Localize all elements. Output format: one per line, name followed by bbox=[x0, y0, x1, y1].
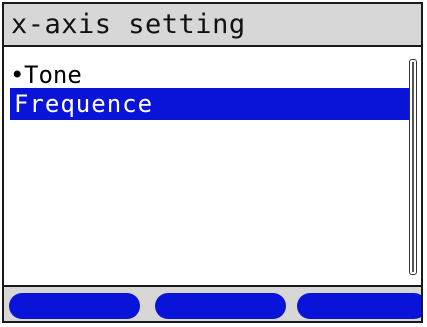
page-title: x-axis setting bbox=[11, 9, 246, 40]
softkey-right[interactable] bbox=[297, 293, 421, 319]
list-item-frequence[interactable]: Frequence bbox=[10, 88, 413, 120]
list-item-label: Tone bbox=[24, 61, 82, 89]
current-selection-bullet: • bbox=[10, 61, 25, 89]
softkey-middle[interactable] bbox=[155, 293, 286, 319]
title-bar: x-axis setting bbox=[4, 4, 421, 47]
list-item-label: Frequence bbox=[14, 90, 154, 118]
list-item-tone[interactable]: •Tone bbox=[10, 59, 413, 91]
softkey-bar bbox=[4, 285, 421, 321]
softkey-left[interactable] bbox=[9, 293, 140, 319]
scrollbar[interactable] bbox=[409, 59, 417, 275]
option-list: •Tone Frequence bbox=[4, 47, 421, 289]
scrollbar-thumb[interactable] bbox=[412, 62, 414, 272]
device-screen: x-axis setting •Tone Frequence bbox=[2, 2, 423, 323]
